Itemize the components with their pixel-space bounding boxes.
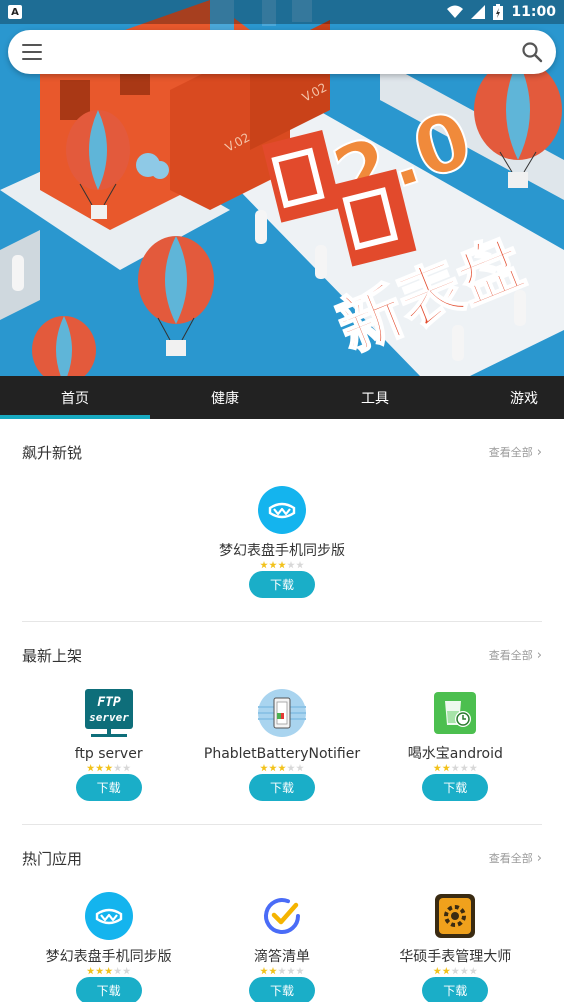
app-card[interactable]: PhabletBatteryNotifier 下载 xyxy=(195,689,368,801)
signal-icon xyxy=(471,5,486,19)
rating-stars xyxy=(260,764,304,772)
download-button[interactable]: 下载 xyxy=(75,977,142,1002)
rating-stars xyxy=(86,967,131,975)
svg-text:FTP: FTP xyxy=(97,695,121,710)
status-time: 11:00 xyxy=(511,4,556,20)
app-name: 梦幻表盘手机同步版 xyxy=(45,949,172,965)
main-content: 飙升新锐 查看全部 › 梦幻表盘手机同步版 下载 最新上架 查看全部 › FTP… xyxy=(0,419,564,1002)
rating-stars xyxy=(260,561,304,569)
app-card[interactable]: FTP server ftp server 下载 xyxy=(22,689,195,801)
app-name: 华硕手表管理大师 xyxy=(399,949,512,965)
search-icon[interactable] xyxy=(520,40,544,64)
rating-stars xyxy=(433,967,478,975)
svg-text:server: server xyxy=(89,711,129,724)
section-popular: 热门应用 查看全部 › 梦幻表盘手机同步版 下载 滴答清单 下载 华硕手表管理大… xyxy=(22,825,542,1002)
view-all-link[interactable]: 查看全部 › xyxy=(489,647,542,663)
app-card[interactable]: 梦幻表盘手机同步版 下载 xyxy=(193,486,371,598)
app-name: 梦幻表盘手机同步版 xyxy=(219,543,345,559)
status-bar: A 11:00 xyxy=(0,0,564,24)
section-title: 热门应用 xyxy=(22,849,83,868)
watch-face-sync-icon xyxy=(84,892,133,940)
category-tabs: 首页 健康 工具 游戏 xyxy=(0,376,564,419)
tab-tools[interactable]: 工具 xyxy=(300,376,450,419)
download-button[interactable]: 下载 xyxy=(422,774,489,801)
view-all-link[interactable]: 查看全部 › xyxy=(489,444,542,460)
download-button[interactable]: 下载 xyxy=(248,977,315,1002)
watch-face-sync-icon xyxy=(258,486,306,534)
app-name: PhabletBatteryNotifier xyxy=(203,746,361,762)
app-name: ftp server xyxy=(74,746,143,762)
rating-stars xyxy=(260,967,304,975)
download-button[interactable]: 下载 xyxy=(75,774,142,801)
app-card[interactable]: 滴答清单 下载 xyxy=(195,892,368,1002)
ftp-server-icon: FTP server xyxy=(84,689,133,737)
rating-stars xyxy=(433,764,478,772)
download-button[interactable]: 下载 xyxy=(249,571,315,598)
section-title: 飙升新锐 xyxy=(22,443,83,462)
tab-health[interactable]: 健康 xyxy=(150,376,300,419)
battery-notifier-icon xyxy=(257,689,306,737)
asus-watch-manager-icon xyxy=(431,892,479,940)
wifi-icon xyxy=(447,5,464,18)
app-name: 滴答清单 xyxy=(253,949,310,965)
ticktick-icon xyxy=(258,892,306,940)
search-bar[interactable] xyxy=(8,30,556,74)
app-name: 喝水宝android xyxy=(407,746,503,762)
app-screen: V.02 V.02 2.0 新表盘 A 11:00 首页 健康 工具 游戏 飙升… xyxy=(0,0,564,1002)
notification-icon: A xyxy=(8,5,22,19)
download-button[interactable]: 下载 xyxy=(422,977,489,1002)
rating-stars xyxy=(86,764,131,772)
app-card[interactable]: 喝水宝android 下载 xyxy=(369,689,542,801)
menu-icon[interactable] xyxy=(22,44,42,60)
tab-games[interactable]: 游戏 xyxy=(450,376,564,419)
water-reminder-icon xyxy=(431,689,479,737)
battery-charging-icon xyxy=(493,4,504,20)
app-card[interactable]: 华硕手表管理大师 下载 xyxy=(369,892,542,1002)
view-all-link[interactable]: 查看全部 › xyxy=(489,850,542,866)
section-new-arrivals: 最新上架 查看全部 › FTP server ftp server 下载 Pha… xyxy=(22,622,542,825)
section-title: 最新上架 xyxy=(22,646,83,665)
app-card[interactable]: 梦幻表盘手机同步版 下载 xyxy=(22,892,195,1002)
download-button[interactable]: 下载 xyxy=(248,774,315,801)
tab-home[interactable]: 首页 xyxy=(0,376,150,419)
section-rising: 飙升新锐 查看全部 › 梦幻表盘手机同步版 下载 xyxy=(22,419,542,622)
